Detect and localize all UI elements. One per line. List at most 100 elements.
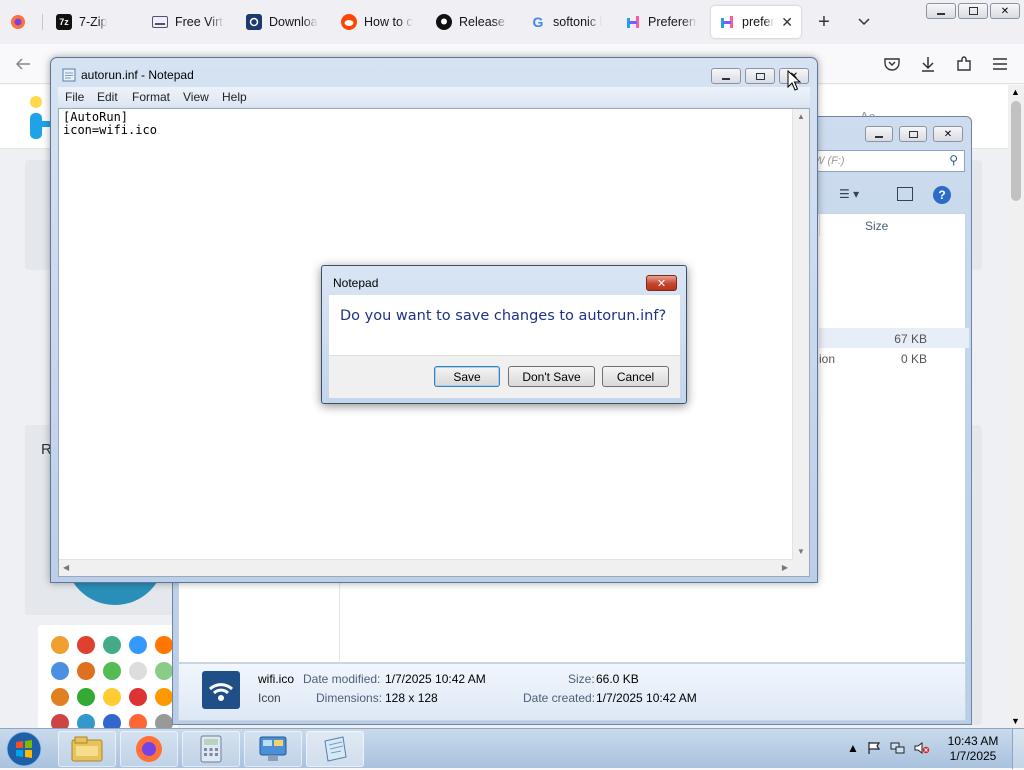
firefox-icon <box>10 14 26 30</box>
site-logo-icon <box>30 96 50 139</box>
browser-minimize-button[interactable] <box>926 3 956 19</box>
show-hidden-icons-button[interactable]: ▲ <box>845 740 861 756</box>
notepad-maximize-button[interactable] <box>745 68 775 84</box>
tab-7zip[interactable]: 7z 7-Zip <box>48 6 136 38</box>
scroll-down-arrow-icon[interactable]: ▼ <box>797 547 805 556</box>
menu-help[interactable]: Help <box>222 90 247 104</box>
7zip-icon: 7z <box>56 14 72 30</box>
menu-edit[interactable]: Edit <box>97 90 118 104</box>
taskbar-file-explorer[interactable] <box>58 731 116 767</box>
scroll-left-arrow-icon[interactable]: ◀ <box>63 563 69 572</box>
minimize-icon <box>875 135 883 138</box>
network-tray[interactable] <box>890 740 906 756</box>
tab-label: How to c <box>364 15 413 29</box>
notepad-minimize-button[interactable] <box>711 68 741 84</box>
restore-icon <box>968 7 978 15</box>
chevron-down-icon <box>858 18 870 26</box>
view-options-button[interactable]: ☰ ▾ <box>839 187 859 201</box>
tab-label: prefere <box>742 15 775 29</box>
action-center-tray[interactable] <box>866 740 882 756</box>
cancel-button[interactable]: Cancel <box>602 366 669 387</box>
menu-file[interactable]: File <box>65 90 84 104</box>
notepad-horizontal-scrollbar[interactable]: ◀ ▶ <box>59 559 792 576</box>
chevron-up-icon: ▲ <box>847 741 859 755</box>
new-tab-button[interactable]: + <box>812 10 836 34</box>
tab-download[interactable]: Downloa <box>238 6 326 38</box>
dialog-button-bar: Save Don't Save Cancel <box>329 355 680 398</box>
page-scrollbar[interactable]: ▲ ▼ <box>1008 85 1024 728</box>
notepad-icon <box>324 736 347 762</box>
download-icon <box>922 57 934 72</box>
browser-tab-bar: 7z 7-Zip Free Virtu Downloa How to c Rel… <box>0 0 1024 44</box>
detail-dimensions-label: Dimensions: <box>316 691 383 705</box>
column-header-size[interactable]: Size <box>819 214 936 236</box>
explorer-close-button[interactable]: ✕ <box>933 126 963 142</box>
icon-grid-card <box>38 625 178 728</box>
notepad-vertical-scrollbar[interactable]: ▲ ▼ <box>792 109 809 559</box>
notepad-title: autorun.inf - Notepad <box>81 68 194 82</box>
dont-save-button[interactable]: Don't Save <box>508 366 595 387</box>
pocket-button[interactable] <box>880 52 904 76</box>
menu-button[interactable] <box>988 52 1012 76</box>
save-button[interactable]: Save <box>434 366 500 387</box>
tab-free-virtual-keyboard[interactable]: Free Virtu <box>144 6 232 38</box>
browser-close-button[interactable]: ✕ <box>990 3 1020 19</box>
keyboard-icon <box>152 14 168 30</box>
close-icon: ✕ <box>943 128 953 140</box>
scroll-up-arrow-icon[interactable]: ▲ <box>797 112 805 121</box>
calculator-icon <box>200 735 222 763</box>
explorer-search-box[interactable]: W (F:) ⚲ <box>803 150 965 172</box>
list-all-tabs-button[interactable] <box>852 10 876 34</box>
tab-reddit[interactable]: How to c <box>333 6 421 38</box>
taskbar-clock[interactable]: 10:43 AM 1/7/2025 <box>940 734 1006 764</box>
volume-tray[interactable] <box>914 740 930 756</box>
browser-restore-button[interactable] <box>958 3 988 19</box>
tab-github-release[interactable]: Release o <box>428 6 516 38</box>
explorer-minimize-button[interactable] <box>865 126 893 142</box>
tab-preferences[interactable]: Preferenc <box>617 6 705 38</box>
file-row[interactable]: ion 0 KB <box>819 348 969 368</box>
file-size: 0 KB <box>900 352 927 366</box>
menu-view[interactable]: View <box>183 90 209 104</box>
tab-firefox-view[interactable] <box>2 6 40 38</box>
resize-grip[interactable] <box>792 559 809 576</box>
downloads-button[interactable] <box>916 52 940 76</box>
scrollbar-thumb[interactable] <box>1011 101 1021 201</box>
dialog-close-button[interactable]: ✕ <box>646 275 677 291</box>
start-button[interactable] <box>6 731 44 767</box>
notepad-app-icon <box>62 68 76 82</box>
notepad-menu-bar: File Edit Format View Help <box>58 87 810 107</box>
clock-time: 10:43 AM <box>947 734 999 748</box>
help-button[interactable]: ? <box>933 186 951 204</box>
close-tab-icon[interactable]: ✕ <box>781 14 793 31</box>
flag-icon <box>868 742 881 754</box>
taskbar-control-panel[interactable] <box>244 731 302 767</box>
speaker-muted-icon <box>914 742 930 754</box>
preview-pane-button[interactable] <box>897 187 913 201</box>
control-panel-icon <box>259 736 287 761</box>
tab-google-softonic[interactable]: G softonic l <box>522 6 610 38</box>
taskbar-notepad[interactable] <box>306 731 364 767</box>
firefox-icon <box>136 736 162 762</box>
taskbar-calculator[interactable] <box>182 731 240 767</box>
hamburger-menu-icon <box>993 58 1007 70</box>
detail-created-value: 1/7/2025 10:42 AM <box>596 691 697 705</box>
notepad-content[interactable]: [AutoRun] icon=wifi.ico <box>63 111 157 137</box>
minimize-icon <box>937 12 945 15</box>
help-icon: ? <box>938 188 946 202</box>
detail-filename: wifi.ico <box>258 672 295 686</box>
scroll-right-arrow-icon[interactable]: ▶ <box>782 563 788 572</box>
scroll-down-arrow-icon[interactable]: ▼ <box>1011 716 1020 726</box>
menu-format[interactable]: Format <box>132 90 170 104</box>
taskbar-firefox[interactable] <box>120 731 178 767</box>
dialog-body: Do you want to save changes to autorun.i… <box>329 295 680 398</box>
extensions-button[interactable] <box>952 52 976 76</box>
show-desktop-button[interactable] <box>1012 729 1024 769</box>
wifi-file-icon <box>202 671 240 709</box>
tab-preferences-active[interactable]: prefere ✕ <box>711 6 801 38</box>
file-row[interactable]: 67 KB <box>819 328 969 348</box>
explorer-maximize-button[interactable] <box>899 126 927 142</box>
scroll-up-arrow-icon[interactable]: ▲ <box>1011 87 1020 97</box>
back-button[interactable] <box>11 52 35 76</box>
detail-size-value: 66.0 KB <box>596 672 639 686</box>
